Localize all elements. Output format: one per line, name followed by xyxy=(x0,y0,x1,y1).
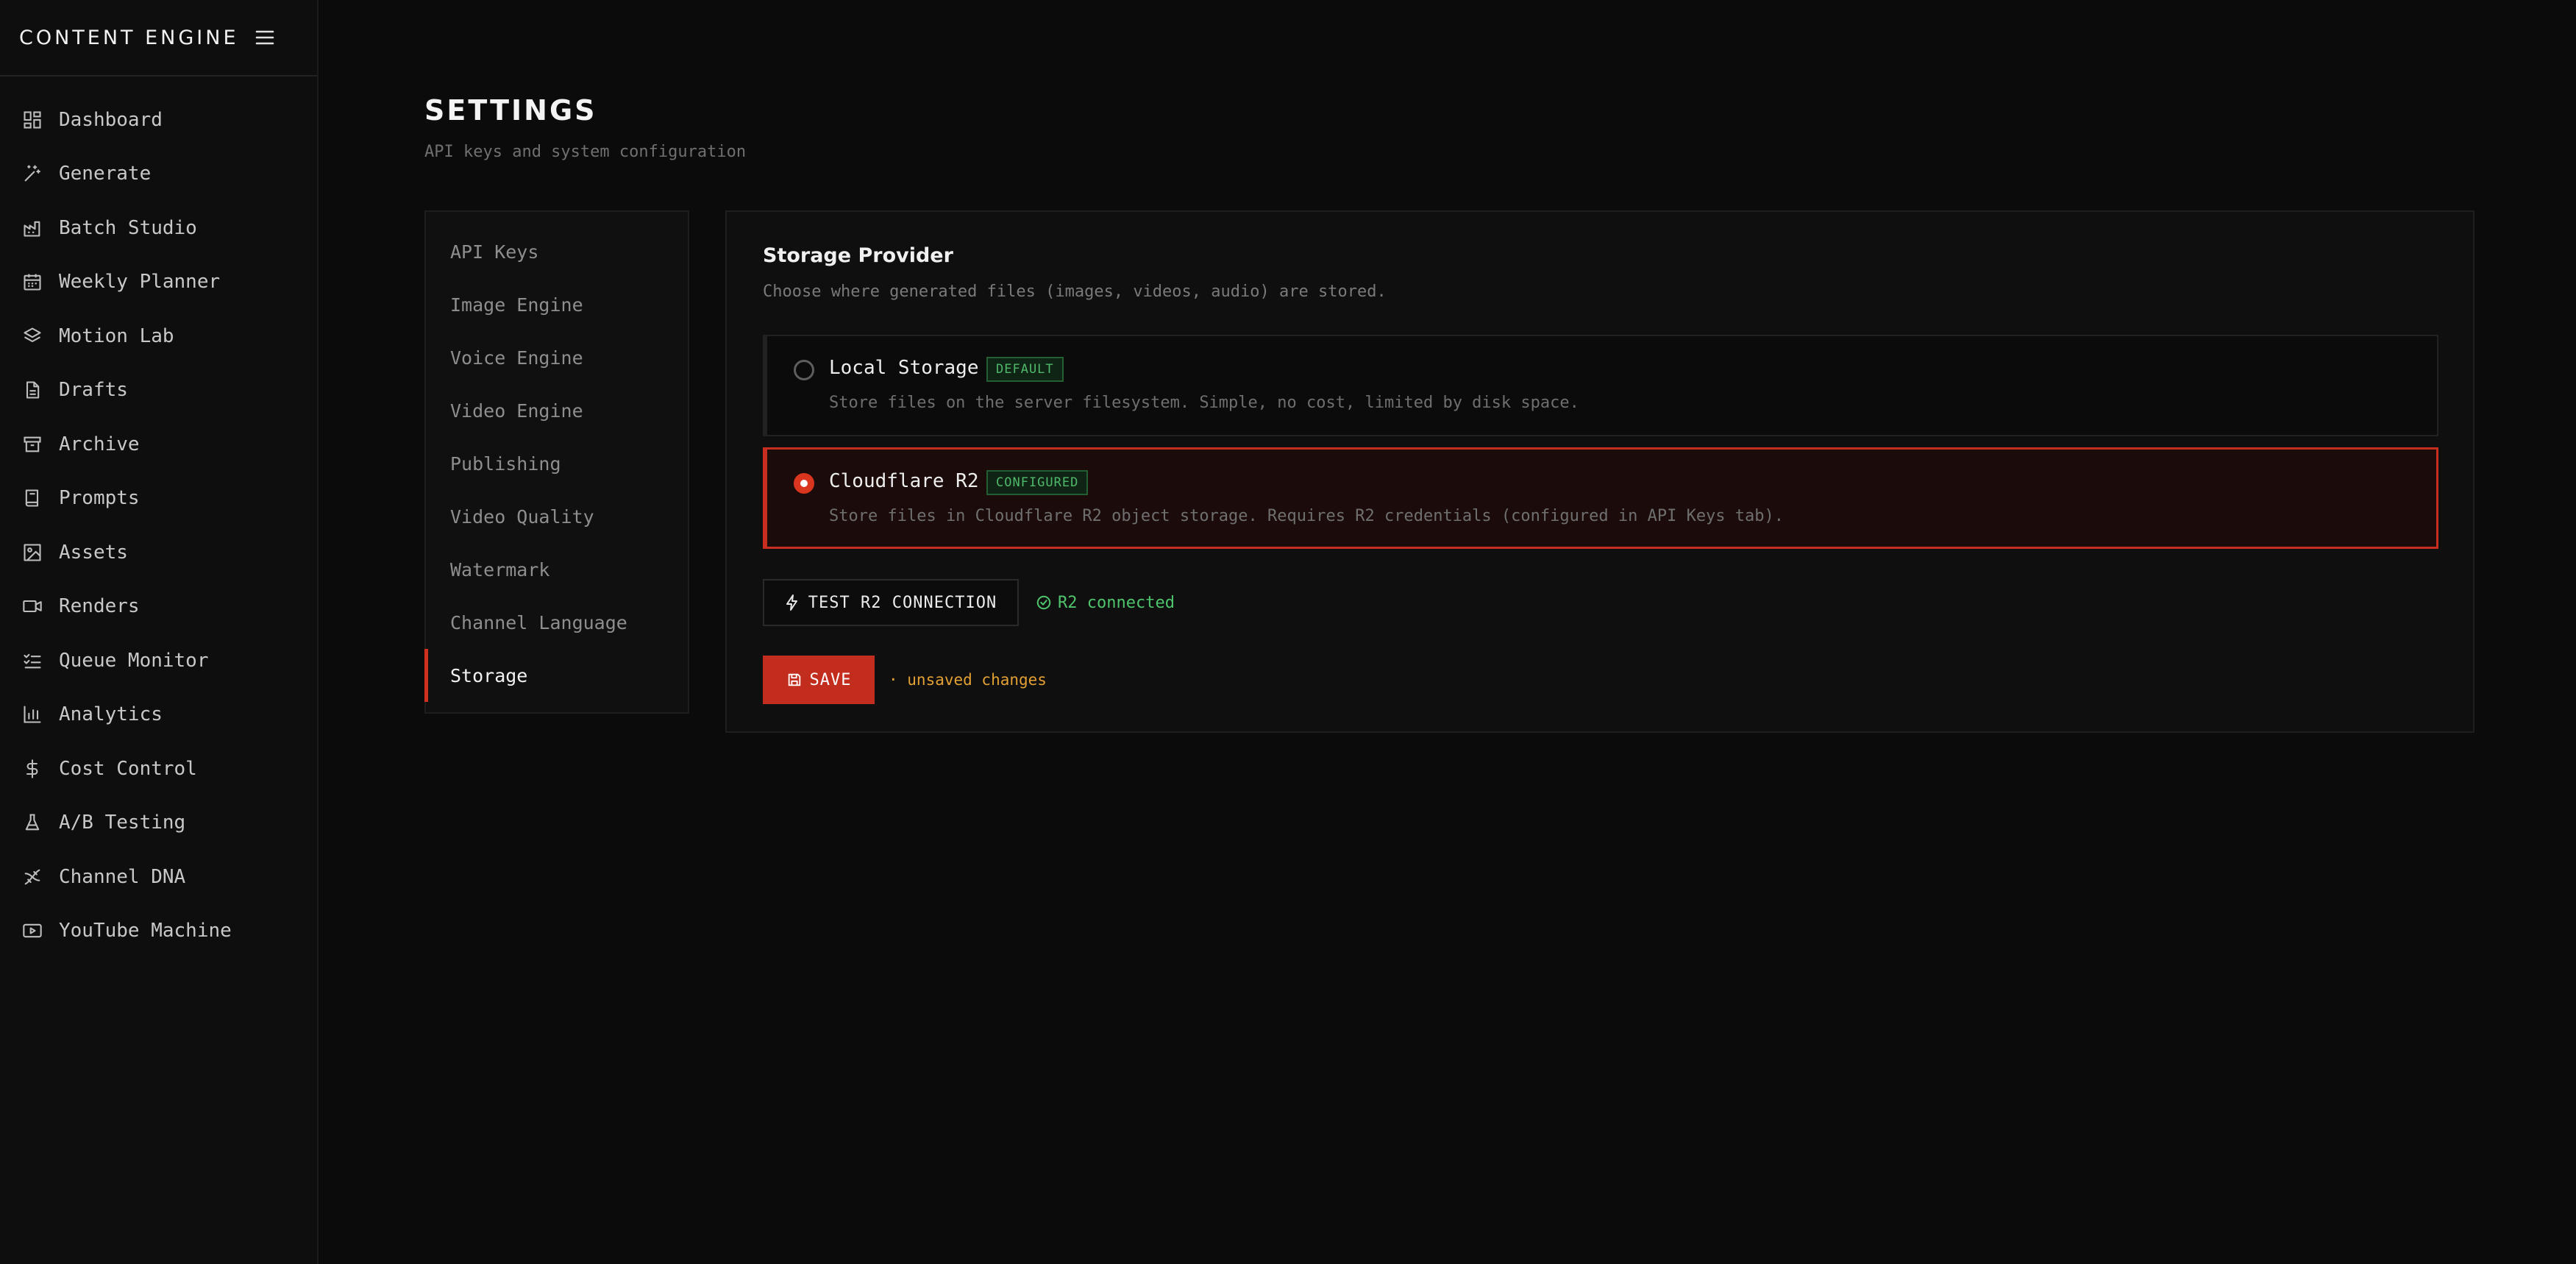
option-description: Store files in Cloudflare R2 object stor… xyxy=(829,507,1785,525)
sidebar-item-weekly-planner[interactable]: Weekly Planner xyxy=(0,255,317,310)
sidebar: CONTENT ENGINE Dashboard Generate Batch … xyxy=(0,0,319,1264)
sidebar-item-prompts[interactable]: Prompts xyxy=(0,472,317,526)
sidebar-item-label: Renders xyxy=(59,595,140,618)
radio-cloudflare-r2[interactable] xyxy=(794,473,814,494)
connection-status: R2 connected xyxy=(1036,579,1175,626)
tab-video-engine[interactable]: Video Engine xyxy=(426,384,688,437)
tab-watermark[interactable]: Watermark xyxy=(426,543,688,596)
play-screen-icon xyxy=(23,924,42,938)
lightning-icon xyxy=(786,594,797,611)
sidebar-item-label: Queue Monitor xyxy=(59,649,209,672)
sidebar-item-label: A/B Testing xyxy=(59,812,186,834)
layers-icon xyxy=(24,327,41,342)
sidebar-item-channel-dna[interactable]: Channel DNA xyxy=(0,850,317,904)
sidebar-item-label: Batch Studio xyxy=(59,216,197,239)
check-circle-icon xyxy=(1036,595,1051,610)
sidebar-item-batch-studio[interactable]: Batch Studio xyxy=(0,201,317,255)
sidebar-item-label: Generate xyxy=(59,163,152,185)
flask-icon xyxy=(25,814,40,831)
tab-api-keys[interactable]: API Keys xyxy=(426,225,688,278)
archive-box-icon xyxy=(24,436,41,452)
storage-option-local[interactable]: Local Storage DEFAULT Store files on the… xyxy=(763,335,2438,436)
brand-title: CONTENT ENGINE xyxy=(19,26,239,49)
option-name: Cloudflare R2 xyxy=(829,470,979,492)
checklist-icon xyxy=(24,653,41,669)
image-icon xyxy=(24,544,41,561)
sidebar-item-label: Motion Lab xyxy=(59,324,174,347)
sidebar-item-archive[interactable]: Archive xyxy=(0,417,317,472)
tab-video-quality[interactable]: Video Quality xyxy=(426,490,688,543)
sidebar-item-analytics[interactable]: Analytics xyxy=(0,688,317,742)
sidebar-item-label: Analytics xyxy=(59,703,163,726)
unsaved-changes-indicator: · unsaved changes xyxy=(889,671,1047,689)
sidebar-item-renders[interactable]: Renders xyxy=(0,580,317,634)
section-description: Choose where generated files (images, vi… xyxy=(763,283,1387,301)
tab-channel-language[interactable]: Channel Language xyxy=(426,596,688,649)
sidebar-nav: Dashboard Generate Batch Studio Weekly P… xyxy=(0,93,317,958)
test-button-label: TEST R2 CONNECTION xyxy=(808,593,997,612)
sidebar-item-assets[interactable]: Assets xyxy=(0,525,317,580)
document-icon xyxy=(26,381,40,399)
tab-storage[interactable]: Storage xyxy=(424,649,688,702)
status-text: R2 connected xyxy=(1058,593,1175,612)
tab-voice-engine[interactable]: Voice Engine xyxy=(426,331,688,384)
sidebar-item-label: Cost Control xyxy=(59,757,197,780)
page-subtitle: API keys and system configuration xyxy=(424,143,747,161)
section-title: Storage Provider xyxy=(763,244,953,267)
default-badge: DEFAULT xyxy=(986,357,1064,382)
factory-icon xyxy=(24,221,40,237)
sidebar-item-label: Weekly Planner xyxy=(59,271,221,294)
sidebar-item-label: Prompts xyxy=(59,487,140,510)
sidebar-item-youtube-machine[interactable]: YouTube Machine xyxy=(0,904,317,959)
sidebar-item-dashboard[interactable]: Dashboard xyxy=(0,93,317,147)
save-button[interactable]: SAVE xyxy=(763,656,875,704)
calendar-icon xyxy=(24,274,41,291)
sidebar-item-generate[interactable]: Generate xyxy=(0,147,317,202)
sidebar-item-label: YouTube Machine xyxy=(59,920,232,942)
sidebar-item-label: Assets xyxy=(59,541,128,564)
configured-badge: CONFIGURED xyxy=(986,470,1089,495)
storage-option-cloudflare-r2[interactable]: Cloudflare R2 CONFIGURED Store files in … xyxy=(763,447,2438,549)
video-camera-icon xyxy=(23,600,42,613)
sidebar-item-motion-lab[interactable]: Motion Lab xyxy=(0,309,317,363)
option-name: Local Storage xyxy=(829,357,979,379)
tab-publishing[interactable]: Publishing xyxy=(426,437,688,490)
settings-tab-list: API Keys Image Engine Voice Engine Video… xyxy=(424,210,689,714)
sidebar-item-queue-monitor[interactable]: Queue Monitor xyxy=(0,633,317,688)
option-description: Store files on the server filesystem. Si… xyxy=(829,394,1579,412)
radio-local-storage[interactable] xyxy=(794,360,814,380)
sidebar-item-label: Dashboard xyxy=(59,108,163,131)
book-icon xyxy=(25,489,39,507)
floppy-disk-icon xyxy=(788,673,800,686)
bar-chart-icon xyxy=(24,706,41,723)
storage-panel: Storage Provider Choose where generated … xyxy=(725,210,2474,733)
sidebar-item-drafts[interactable]: Drafts xyxy=(0,363,317,418)
dashboard-grid-icon xyxy=(24,111,41,129)
sparkle-wand-icon xyxy=(24,165,40,182)
brand-header: CONTENT ENGINE xyxy=(0,0,317,77)
sidebar-item-label: Drafts xyxy=(59,379,128,402)
tab-image-engine[interactable]: Image Engine xyxy=(426,278,688,331)
page-title: SETTINGS xyxy=(424,94,597,127)
save-button-label: SAVE xyxy=(809,670,852,689)
sidebar-item-cost-control[interactable]: Cost Control xyxy=(0,742,317,796)
sidebar-item-ab-testing[interactable]: A/B Testing xyxy=(0,796,317,851)
hamburger-menu-icon[interactable] xyxy=(255,29,274,46)
dollar-icon xyxy=(26,759,38,778)
dna-icon xyxy=(24,869,40,885)
sidebar-item-label: Channel DNA xyxy=(59,865,186,888)
test-r2-connection-button[interactable]: TEST R2 CONNECTION xyxy=(763,579,1019,626)
sidebar-item-label: Archive xyxy=(59,433,140,455)
